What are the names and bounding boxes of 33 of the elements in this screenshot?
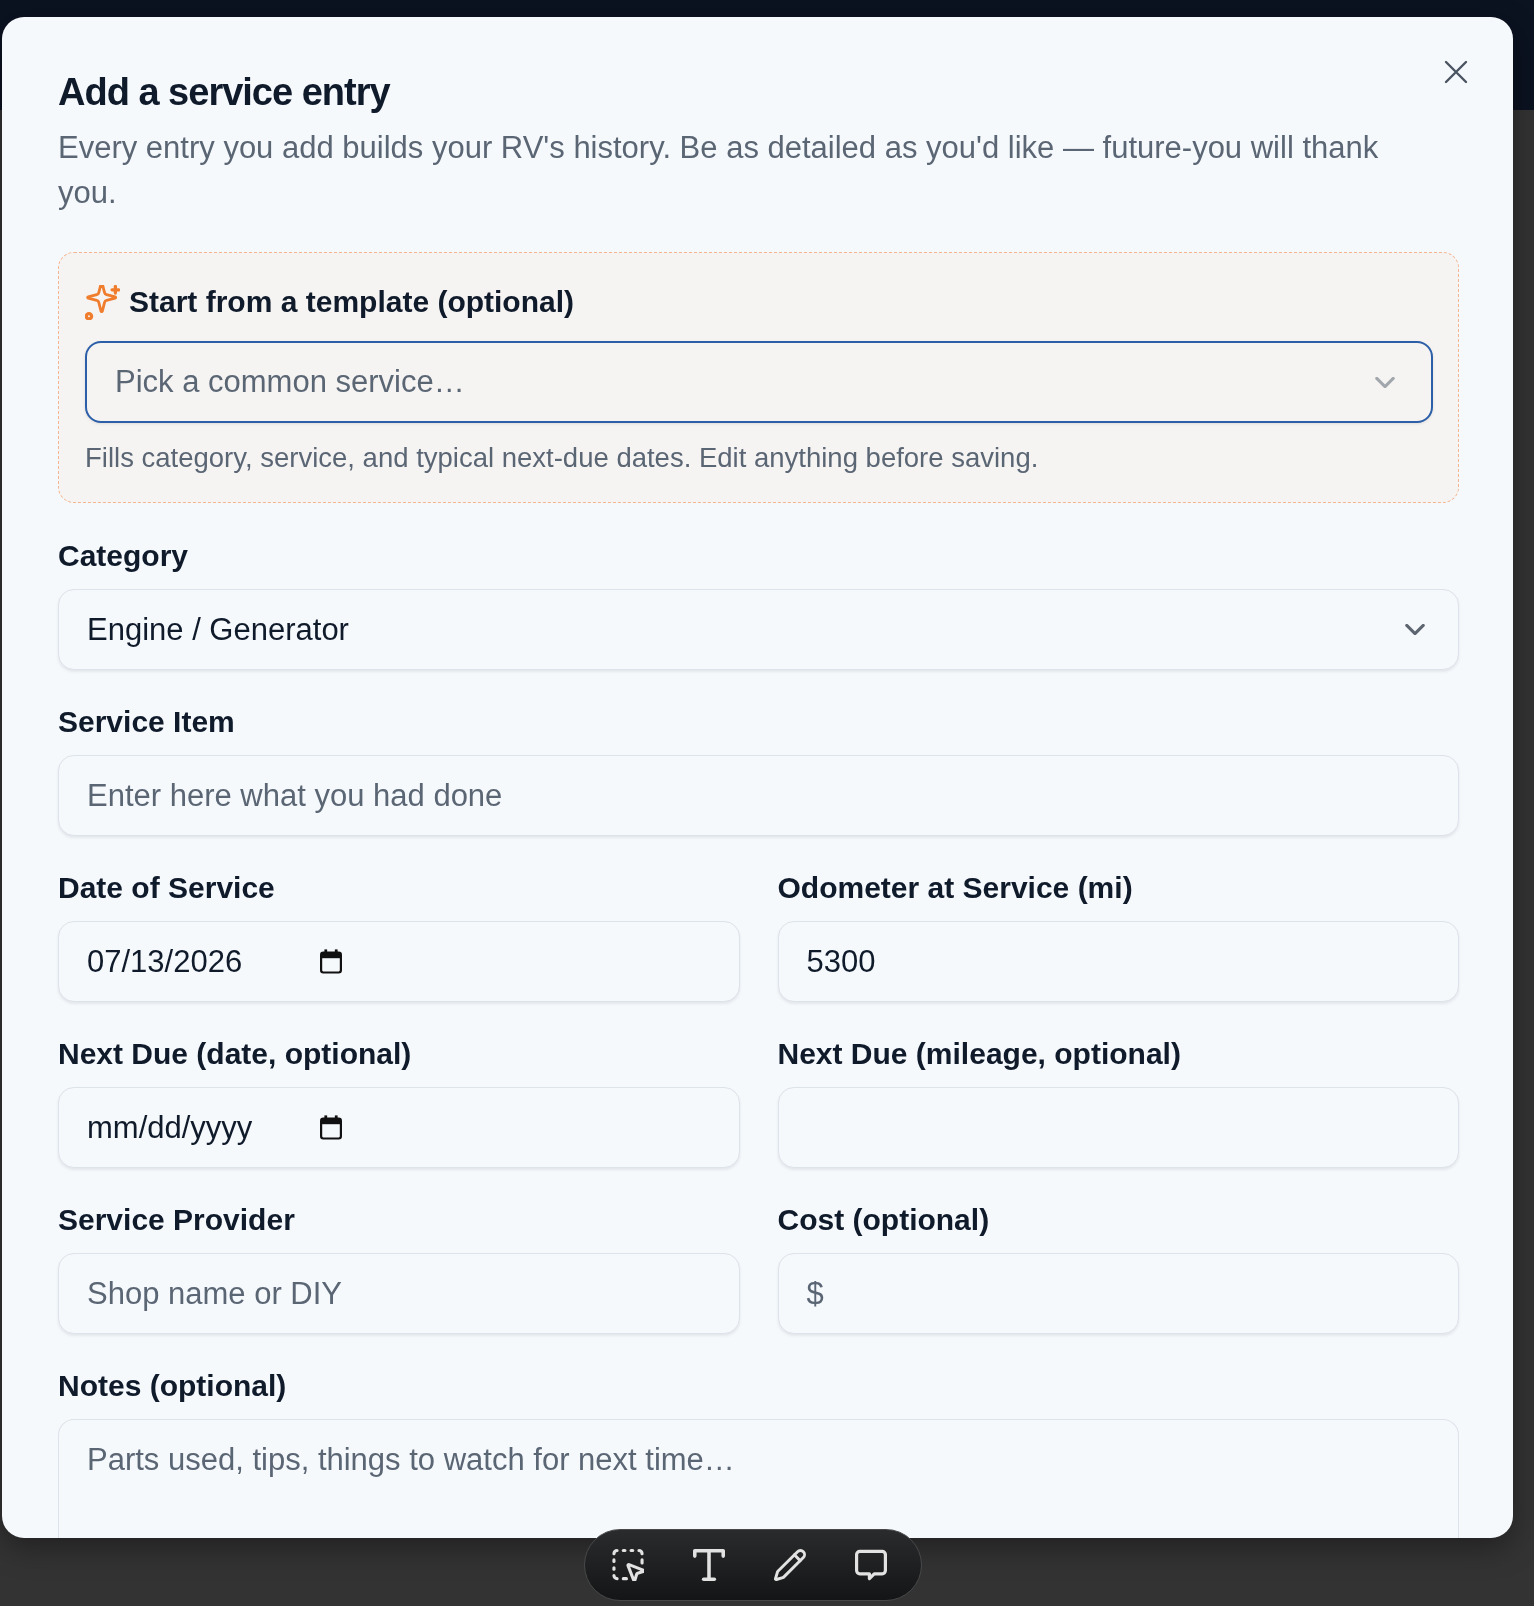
text-tool-icon[interactable]	[693, 1549, 725, 1581]
field-label: Date of Service	[58, 870, 275, 906]
field-label: Next Due (mileage, optional)	[777, 1036, 1181, 1072]
selection-pointer-icon[interactable]	[612, 1549, 644, 1581]
close-icon[interactable]	[1444, 60, 1468, 84]
calendar-icon[interactable]	[320, 1115, 342, 1140]
chevron-down-icon	[1375, 376, 1395, 388]
template-heading: Start from a template (optional)	[129, 284, 575, 320]
template-hint: Fills category, service, and typical next-due dates. Edit anything before saving.	[85, 443, 1040, 473]
date-field[interactable]: 07/13/2026	[58, 921, 740, 1002]
pencil-icon[interactable]	[774, 1549, 806, 1581]
input-field[interactable]: Shop name or DIY	[58, 1253, 740, 1334]
input-field[interactable]: $	[777, 1253, 1459, 1334]
select-field[interactable]: Engine / Generator	[58, 589, 1459, 670]
input-field[interactable]: Enter here what you had done	[58, 755, 1459, 836]
sparkles-icon	[85, 284, 120, 320]
field-label: Cost (optional)	[777, 1202, 990, 1238]
field-label: Category	[58, 538, 189, 574]
field-label: Odometer at Service (mi)	[777, 870, 1133, 906]
field-label: Next Due (date, optional)	[58, 1036, 412, 1072]
date-field[interactable]: mm/dd/yyyy	[58, 1087, 740, 1168]
template-select[interactable]: Pick a common service…	[85, 341, 1433, 423]
calendar-icon[interactable]	[320, 949, 342, 974]
input-field[interactable]	[777, 1087, 1459, 1168]
chevron-down-icon	[1405, 624, 1425, 635]
textarea-field[interactable]: Parts used, tips, things to watch for next time…	[58, 1419, 1459, 1538]
dialog-description: Every entry you add builds your RV's history. Be as detailed as you'd like — future-you will thank you.	[58, 129, 1380, 212]
dialog-title: Add a service entry	[58, 71, 392, 113]
field-label: Notes (optional)	[58, 1368, 287, 1404]
field-label: Service Item	[58, 704, 235, 740]
field-label: Service Provider	[58, 1202, 295, 1238]
speech-bubble-icon[interactable]	[855, 1549, 887, 1581]
input-field[interactable]: 5300	[777, 921, 1459, 1002]
